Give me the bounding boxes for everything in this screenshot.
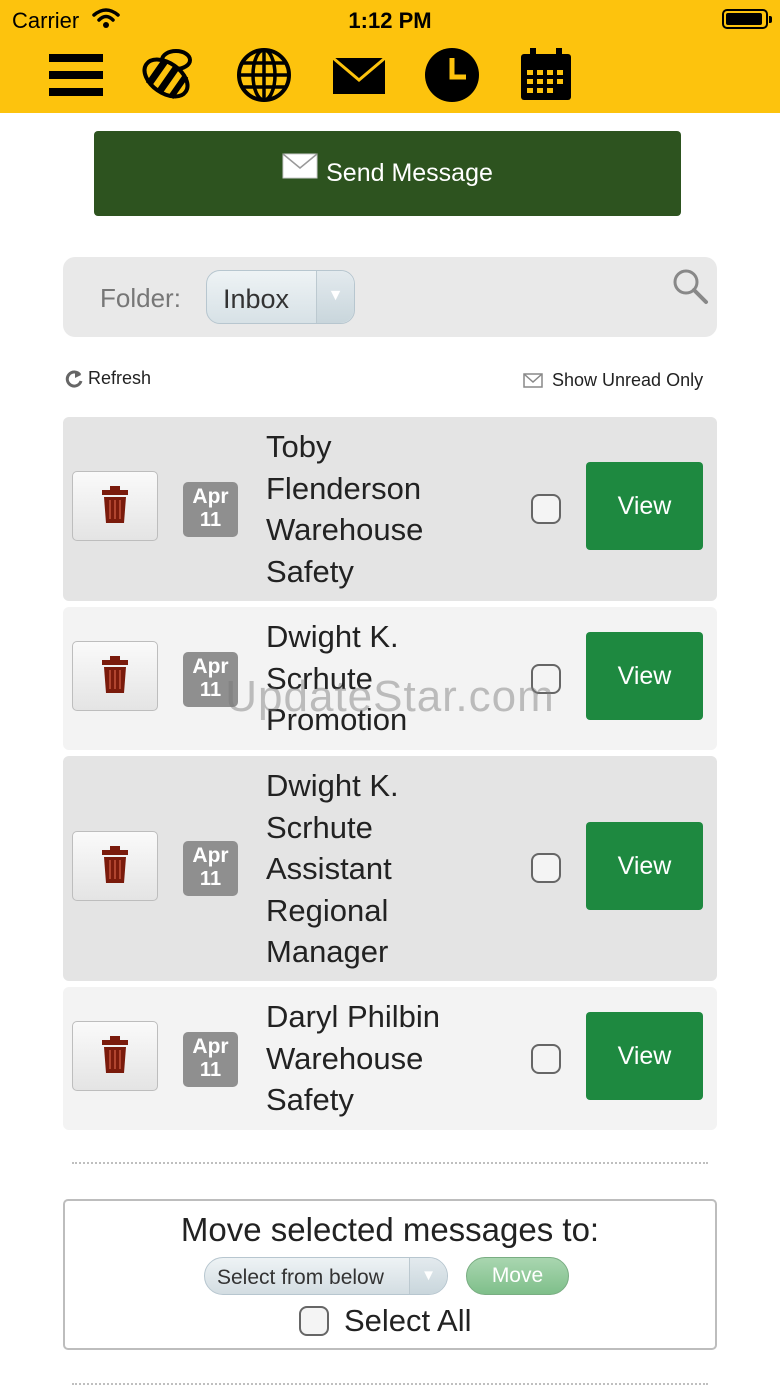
message-row: Apr 11 Daryl Philbin Warehouse Safety Vi…: [63, 987, 717, 1130]
show-unread-toggle[interactable]: Show Unread Only: [523, 370, 703, 391]
message-summary: Dwight K. Scrhute Assistant Regional Man…: [266, 765, 536, 973]
date-month: Apr: [192, 844, 229, 867]
message-line: Warehouse: [266, 512, 424, 547]
envelope-icon: [523, 372, 543, 388]
status-bar: Carrier 1:12 PM: [0, 0, 780, 40]
delete-button[interactable]: [72, 1021, 158, 1091]
date-badge: Apr 11: [183, 482, 238, 537]
envelope-icon: [282, 152, 318, 178]
select-all-toggle[interactable]: Select All: [299, 1303, 472, 1339]
date-day: 11: [199, 1059, 222, 1081]
folder-label: Folder:: [100, 283, 181, 313]
message-line: Dwight K.: [266, 619, 399, 654]
bee-icon[interactable]: [138, 44, 200, 106]
select-all-checkbox[interactable]: [299, 1306, 329, 1336]
view-button[interactable]: View: [586, 1012, 703, 1100]
send-message-label: Send Message: [326, 159, 493, 187]
message-line: Scrhute: [266, 809, 373, 845]
chevron-down-icon: ▼: [316, 271, 354, 323]
move-select-value: Select from below: [217, 1266, 384, 1289]
divider: [72, 1162, 708, 1164]
refresh-label: Refresh: [88, 368, 152, 388]
folder-select[interactable]: Inbox ▼: [206, 270, 355, 324]
message-row: Apr 11 Toby Flenderson Warehouse Safety …: [63, 417, 717, 601]
app-header: Carrier 1:12 PM: [0, 0, 780, 113]
delete-button[interactable]: [72, 831, 158, 901]
refresh-icon: [65, 370, 83, 388]
message-checkbox[interactable]: [531, 1044, 561, 1074]
chevron-down-icon: ▼: [409, 1258, 447, 1294]
battery-icon: [722, 9, 772, 29]
menu-icon[interactable]: [45, 44, 107, 106]
search-icon[interactable]: [671, 267, 709, 305]
date-month: Apr: [192, 1035, 229, 1058]
move-button[interactable]: Move: [466, 1257, 569, 1295]
message-summary: Toby Flenderson Warehouse Safety: [266, 426, 536, 592]
message-line: Flenderson: [266, 470, 422, 506]
message-line: Warehouse: [266, 1040, 424, 1076]
trash-icon: [102, 486, 128, 523]
message-line: Toby: [266, 429, 332, 464]
trash-icon: [102, 846, 128, 883]
move-title: Move selected messages to:: [180, 1211, 600, 1248]
move-folder-select[interactable]: Select from below ▼: [204, 1257, 448, 1295]
view-button[interactable]: View: [586, 462, 703, 550]
message-checkbox[interactable]: [531, 494, 561, 524]
message-line: Safety: [266, 1082, 354, 1117]
date-month: Apr: [192, 485, 229, 508]
select-all-label: Select All: [344, 1303, 472, 1338]
message-summary: Daryl Philbin Warehouse Safety: [266, 996, 536, 1121]
message-line: Regional: [266, 892, 389, 928]
mail-icon[interactable]: [328, 44, 390, 106]
message-row: Apr 11 Dwight K. Scrhute Assistant Regio…: [63, 756, 717, 981]
folder-bar: Folder: Inbox ▼: [63, 257, 717, 337]
message-checkbox[interactable]: [531, 853, 561, 883]
date-badge: Apr 11: [183, 1032, 238, 1087]
clock-time: 1:12 PM: [348, 8, 432, 33]
watermark: UpdateStar.com: [225, 672, 555, 721]
clock-icon[interactable]: [421, 44, 483, 106]
divider: [72, 1383, 708, 1385]
delete-button[interactable]: [72, 471, 158, 541]
date-day: 11: [199, 868, 222, 890]
show-unread-label: Show Unread Only: [552, 370, 704, 390]
view-button[interactable]: View: [586, 822, 703, 910]
refresh-link[interactable]: Refresh: [64, 368, 151, 389]
trash-icon: [102, 1036, 128, 1073]
message-line: Manager: [266, 934, 389, 969]
message-line: Daryl Philbin: [266, 999, 441, 1034]
date-day: 11: [199, 509, 222, 531]
message-line: Dwight K.: [266, 768, 399, 803]
folder-select-value: Inbox: [223, 284, 290, 314]
message-line: Assistant: [266, 851, 392, 886]
globe-icon[interactable]: [233, 44, 295, 106]
date-badge: Apr 11: [183, 841, 238, 896]
message-line: Safety: [266, 553, 354, 589]
calendar-icon[interactable]: [515, 44, 577, 106]
send-message-button[interactable]: Send Message: [94, 131, 681, 216]
move-panel: Move selected messages to: Select from b…: [63, 1199, 717, 1350]
